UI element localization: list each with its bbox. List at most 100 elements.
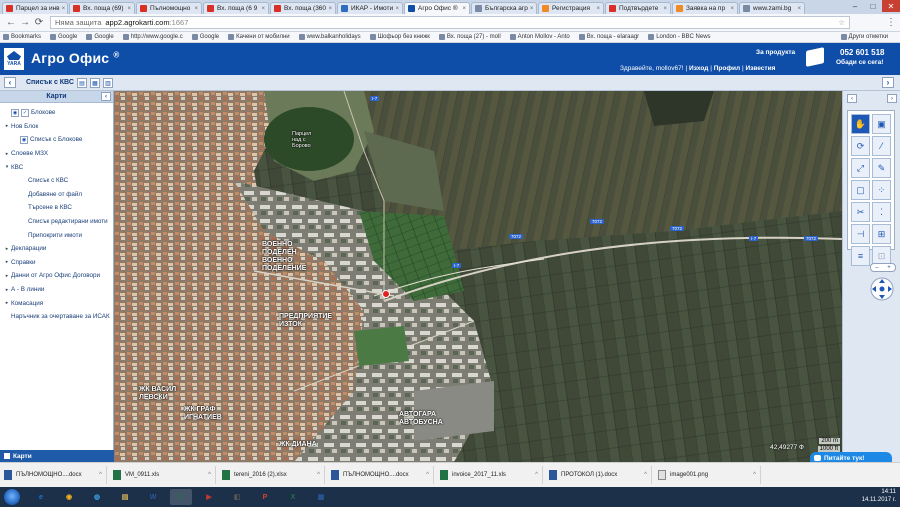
download-item[interactable]: VM_0911.xls ^: [113, 466, 216, 484]
expand-arrow-icon[interactable]: ▸: [3, 259, 11, 265]
expand-arrow-icon[interactable]: ▸: [3, 300, 11, 306]
zoom-out-icon[interactable]: –: [875, 265, 878, 271]
taskbar-app-icon[interactable]: P: [254, 489, 276, 505]
bookmark-item[interactable]: London - BBC News: [648, 34, 711, 40]
sidebar-item[interactable]: Търсене в КВС: [0, 201, 113, 215]
download-menu-icon[interactable]: ^: [99, 472, 102, 478]
layers-icon[interactable]: ≡: [851, 246, 870, 266]
forward-icon[interactable]: →: [18, 16, 32, 30]
browser-tab[interactable]: Подтвърдете ×: [605, 2, 671, 14]
bookmark-item[interactable]: www.balkanholidays: [298, 34, 361, 40]
tools-expand-icon[interactable]: ›: [887, 94, 897, 103]
tab-close-icon[interactable]: ×: [661, 6, 667, 12]
yara-logo[interactable]: YARA: [4, 48, 24, 70]
tab-close-icon[interactable]: ×: [326, 6, 332, 12]
browser-tab[interactable]: Българска агр ×: [471, 2, 537, 14]
footprint-icon[interactable]: ⁘: [872, 180, 891, 200]
bookmark-item[interactable]: Вх. поща - elaraagr: [578, 34, 639, 40]
call-us-link[interactable]: Обади се сега!: [836, 59, 883, 66]
hand-icon[interactable]: ✋: [851, 114, 870, 134]
bookmark-item[interactable]: Google: [191, 34, 219, 40]
bookmark-item[interactable]: Bookmarks: [3, 34, 41, 40]
expand-arrow-icon[interactable]: ▸: [3, 151, 11, 157]
download-menu-icon[interactable]: ^: [535, 472, 538, 478]
star-icon[interactable]: ☆: [838, 18, 845, 27]
notifications-link[interactable]: Известия: [745, 65, 775, 72]
sidebar-item[interactable]: Наръчник за очертаване за ИСАК: [0, 310, 113, 324]
taskbar-app-icon[interactable]: e: [30, 489, 52, 505]
fit-icon[interactable]: ⤢: [851, 158, 870, 178]
other-bookmarks[interactable]: Други отметки: [840, 34, 888, 40]
camera-icon[interactable]: ▣: [872, 114, 891, 134]
tab-close-icon[interactable]: ×: [192, 6, 198, 12]
vertex-icon[interactable]: ⁚: [872, 202, 891, 222]
sidebar-item[interactable]: ◉ ✓ Блокове: [0, 106, 113, 120]
sidebar-item[interactable]: ▸ Нов Блок: [0, 120, 113, 134]
sidebar-item[interactable]: Добавяне от файл: [0, 188, 113, 202]
expand-arrow-icon[interactable]: ▸: [3, 123, 11, 129]
visibility-icon[interactable]: ◉: [11, 108, 19, 117]
sidebar-item[interactable]: ▸ Комасация: [0, 296, 113, 310]
checkbox-icon[interactable]: ✓: [21, 108, 29, 117]
bookmark-item[interactable]: http://www.google.c: [122, 34, 183, 40]
tab-close-icon[interactable]: ×: [460, 6, 466, 12]
tab-close-icon[interactable]: ×: [393, 6, 399, 12]
scissors-icon[interactable]: ✂: [851, 202, 870, 222]
split-icon[interactable]: ⊣: [851, 224, 870, 244]
tab-close-icon[interactable]: ×: [728, 6, 734, 12]
phone-number[interactable]: 052 601 518: [840, 48, 885, 57]
bookmark-item[interactable]: Вх. поща (27) - moll: [438, 34, 501, 40]
expand-arrow-icon[interactable]: ▸: [3, 287, 11, 293]
sidebar-item[interactable]: ▸ А - В линии: [0, 283, 113, 297]
tools-collapse-icon[interactable]: ‹: [847, 94, 857, 103]
tab-close-icon[interactable]: ×: [60, 6, 66, 12]
taskbar-app-icon[interactable]: ◧: [226, 489, 248, 505]
sidebar-item[interactable]: Списък с КВС: [0, 174, 113, 188]
grid-icon[interactable]: ⊞: [872, 224, 891, 244]
sidebar-item[interactable]: ▸ Декларации: [0, 242, 113, 256]
tab-close-icon[interactable]: ×: [259, 6, 265, 12]
download-item[interactable]: ПЪЛНОМОЩНО....docx ^: [331, 466, 434, 484]
tab-close-icon[interactable]: ×: [125, 6, 131, 12]
taskbar-app-icon[interactable]: X: [282, 489, 304, 505]
bookmark-item[interactable]: Google: [50, 34, 77, 40]
edit-icon[interactable]: ✎: [872, 158, 891, 178]
profile-link[interactable]: Профил: [714, 65, 740, 72]
expand-arrow-icon[interactable]: ▾: [3, 164, 11, 170]
browser-tab[interactable]: ИКАР - Имоти ×: [337, 2, 403, 14]
sidebar-footer-tab[interactable]: Карти: [0, 450, 114, 462]
taskbar-app-icon[interactable]: ▤: [114, 489, 136, 505]
back-icon[interactable]: ←: [4, 16, 18, 30]
tab-close-icon[interactable]: ×: [594, 6, 600, 12]
sidebar-item[interactable]: ▸ Слоеве МЗХ: [0, 147, 113, 161]
bookmark-item[interactable]: Качени от мобилни: [228, 34, 290, 40]
download-item[interactable]: ПРОТОКОЛ (1).docx ^: [549, 466, 652, 484]
download-menu-icon[interactable]: ^: [644, 472, 647, 478]
pan-control-icon[interactable]: [870, 277, 894, 301]
reload-icon[interactable]: ⟳: [32, 16, 46, 30]
browser-tab[interactable]: Парцел за инв ×: [2, 2, 68, 14]
location-marker[interactable]: [382, 290, 390, 298]
close-icon[interactable]: ✕: [882, 0, 900, 12]
url-input[interactable]: Няма защита app2.agrokarti.com :1667 ☆: [50, 16, 850, 29]
ruler-icon[interactable]: ⁄: [872, 136, 891, 156]
bookmark-item[interactable]: Google: [86, 34, 114, 40]
taskbar-app-icon[interactable]: ▶: [198, 489, 220, 505]
frame-icon[interactable]: ▢: [851, 180, 870, 200]
browser-tab[interactable]: Заявка на пр ×: [672, 2, 738, 14]
panel-forward-button[interactable]: ›: [882, 77, 894, 88]
expand-icon[interactable]: ▤: [77, 78, 87, 88]
download-item[interactable]: image001.png ^: [658, 466, 761, 484]
sidebar-item[interactable]: Припокрити имоти: [0, 228, 113, 242]
system-clock[interactable]: 14:11 14.11.2017 г.: [862, 489, 896, 504]
about-link[interactable]: За продукта: [756, 49, 795, 56]
download-menu-icon[interactable]: ^: [753, 472, 756, 478]
browser-menu-icon[interactable]: ⋮: [886, 17, 896, 28]
visibility-icon[interactable]: ◉: [20, 135, 28, 144]
tab-close-icon[interactable]: ×: [795, 6, 801, 12]
browser-tab[interactable]: Вх. поща (6 9 ×: [203, 2, 269, 14]
satellite-map[interactable]: Парцел над с Борово ВОЕННО ПОДЕЛЕН ВОЕННО…: [114, 91, 842, 462]
browser-tab[interactable]: Вх. поща (360 ×: [270, 2, 336, 14]
bookmark-item[interactable]: Anton Mollov - Anto: [509, 34, 570, 40]
taskbar-app-icon[interactable]: ◍: [86, 489, 108, 505]
